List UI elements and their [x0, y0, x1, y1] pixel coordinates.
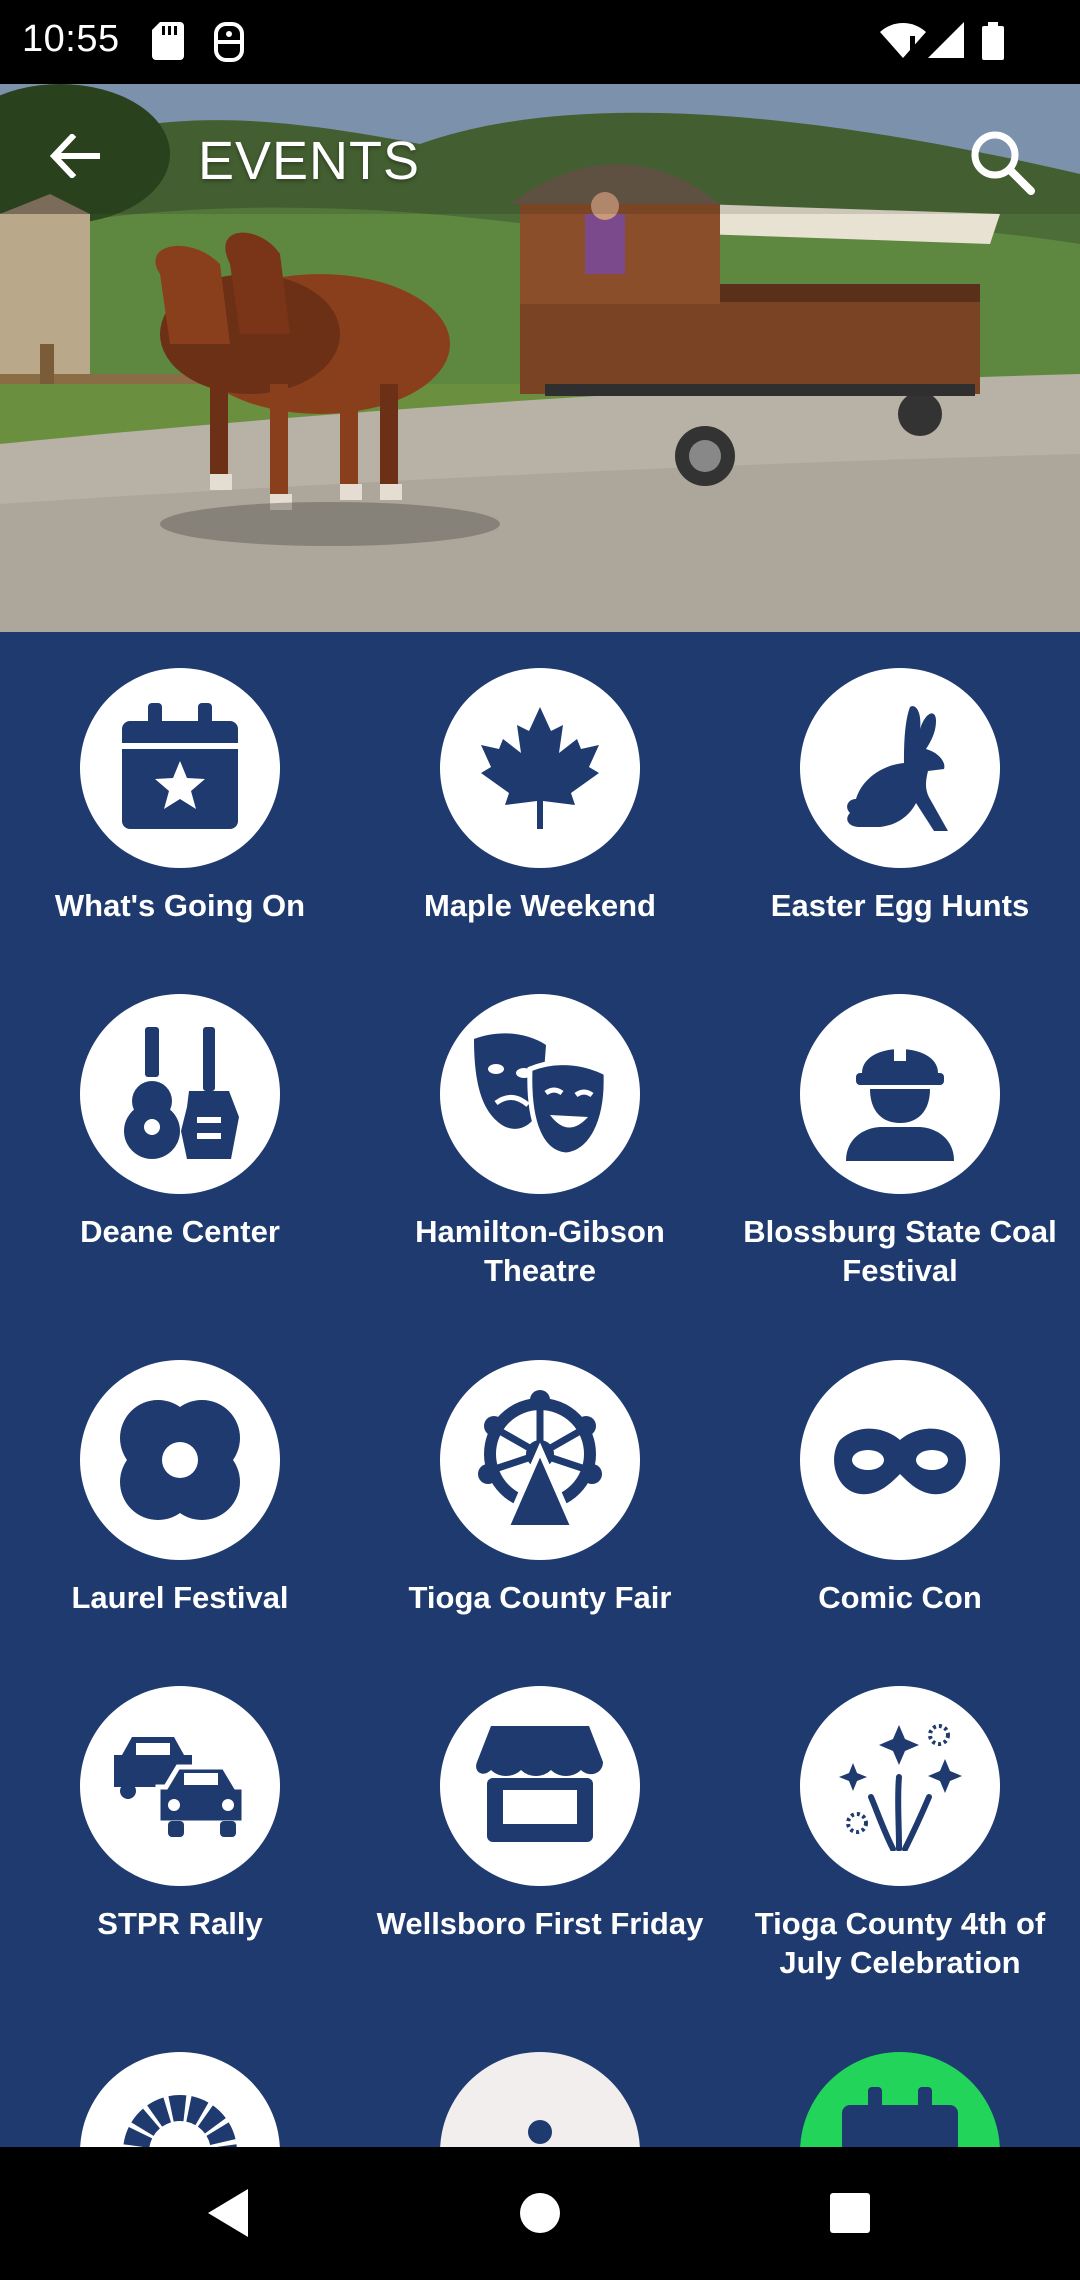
- event-icon-circle: [800, 1360, 1000, 1560]
- event-icon-circle: [800, 668, 1000, 868]
- event-icon-circle: [800, 1686, 1000, 1886]
- system-navigation-bar: [0, 2147, 1080, 2280]
- nav-recents-button[interactable]: [818, 2181, 882, 2245]
- event-label: Hamilton-Gibson Theatre: [415, 1214, 665, 1288]
- guitars-icon: [124, 1027, 239, 1159]
- theater-masks-icon: [474, 1033, 609, 1158]
- search-icon: [971, 131, 1035, 195]
- arrow-back-icon: [50, 134, 100, 178]
- events-grid: What's Going On Maple Weekend Easter Egg…: [0, 632, 1080, 2147]
- hero-image-horse-wagon: [0, 84, 1080, 632]
- event-icon-circle: [440, 668, 640, 868]
- event-icon-circle: [440, 1686, 640, 1886]
- event-label: Deane Center: [80, 1214, 280, 1249]
- event-tile-whats-going-on[interactable]: What's Going On: [0, 668, 360, 948]
- nav-back-icon: [208, 2189, 248, 2237]
- event-icon-circle: [80, 1360, 280, 1560]
- nav-recents-icon: [830, 2193, 870, 2233]
- event-tile-blossburg-coal-festival[interactable]: Blossburg State Coal Festival: [720, 994, 1080, 1314]
- assistant-icon: [212, 22, 246, 67]
- event-tile-partial-1[interactable]: [0, 2052, 360, 2147]
- battery-icon: [982, 22, 1004, 65]
- event-label: Blossburg State Coal Festival: [743, 1214, 1057, 1288]
- event-tile-hamilton-gibson-theatre[interactable]: Hamilton-Gibson Theatre: [360, 994, 720, 1314]
- event-label: Tioga County 4th of July Celebration: [754, 1906, 1046, 1980]
- event-label: Maple Weekend: [423, 888, 656, 923]
- fireworks-icon: [839, 1724, 962, 1851]
- event-tile-4th-of-july[interactable]: Tioga County 4th of July Celebration: [720, 1686, 1080, 2006]
- event-tile-easter-egg-hunts[interactable]: Easter Egg Hunts: [720, 668, 1080, 948]
- event-icon-circle: [800, 2052, 1000, 2147]
- flower-icon: [120, 1400, 240, 1520]
- event-label: Comic Con: [818, 1580, 982, 1615]
- maple-leaf-icon: [481, 707, 599, 829]
- store-icon: [476, 1726, 603, 1842]
- event-label: Laurel Festival: [71, 1580, 289, 1615]
- page-title: EVENTS: [198, 131, 421, 191]
- event-tile-comic-con[interactable]: Comic Con: [720, 1360, 1080, 1640]
- nav-home-button[interactable]: [508, 2181, 572, 2245]
- hero-header: EVENTS: [0, 84, 1080, 632]
- wreath-icon: [123, 2095, 237, 2147]
- event-icon-circle: [440, 2052, 640, 2147]
- back-button[interactable]: [40, 120, 112, 192]
- event-icon-circle: [800, 994, 1000, 1194]
- event-tile-partial-3[interactable]: [720, 2052, 1080, 2147]
- event-tile-stpr-rally[interactable]: STPR Rally: [0, 1686, 360, 1966]
- event-icon-circle: [80, 994, 280, 1194]
- event-icon-circle: [80, 2052, 280, 2147]
- event-label: Tioga County Fair: [408, 1580, 672, 1615]
- event-tile-tioga-county-fair[interactable]: Tioga County Fair: [360, 1360, 720, 1640]
- event-icon-circle: [440, 994, 640, 1194]
- dots-icon: [528, 2120, 552, 2144]
- event-icon-circle: [80, 668, 280, 868]
- signal-icon: [928, 22, 964, 65]
- event-tile-partial-2[interactable]: [360, 2052, 720, 2147]
- event-label: Easter Egg Hunts: [770, 888, 1030, 923]
- ferris-wheel-icon: [478, 1390, 602, 1530]
- event-tile-laurel-festival[interactable]: Laurel Festival: [0, 1360, 360, 1640]
- event-tile-maple-weekend[interactable]: Maple Weekend: [360, 668, 720, 948]
- event-icon-circle: [80, 1686, 280, 1886]
- event-tile-wellsboro-first-friday[interactable]: Wellsboro First Friday: [360, 1686, 720, 2006]
- nav-back-button[interactable]: [196, 2181, 260, 2245]
- event-label: STPR Rally: [97, 1906, 263, 1941]
- cars-icon: [114, 1737, 247, 1837]
- event-label: Wellsboro First Friday: [376, 1906, 704, 1941]
- mask-icon: [834, 1428, 966, 1495]
- event-icon-circle: [440, 1360, 640, 1560]
- event-tile-deane-center[interactable]: Deane Center: [0, 994, 360, 1274]
- status-time: 10:55: [22, 18, 120, 60]
- search-button[interactable]: [962, 122, 1042, 202]
- rabbit-icon: [847, 706, 948, 831]
- calendar-icon: [842, 2087, 958, 2147]
- nav-home-icon: [520, 2193, 560, 2233]
- wifi-icon: [880, 22, 926, 65]
- hard-hat-worker-icon: [846, 1037, 954, 1161]
- sd-card-icon: [152, 22, 184, 65]
- status-bar: 10:55: [0, 0, 1080, 84]
- calendar-star-icon: [122, 703, 238, 829]
- event-label: What's Going On: [54, 888, 306, 923]
